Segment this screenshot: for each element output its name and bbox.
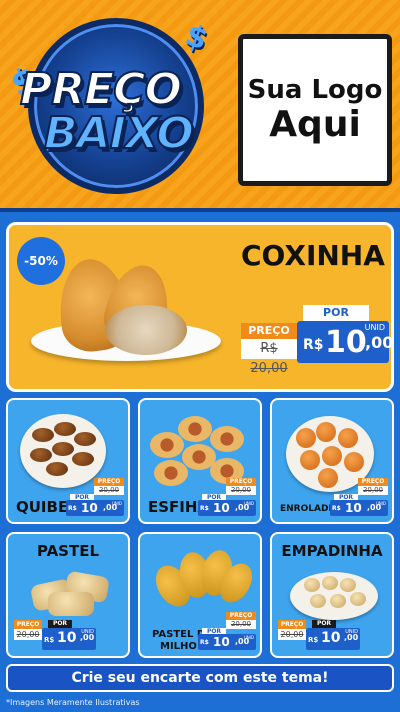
new-price: R$ 10 ,00 UNID	[330, 500, 388, 516]
badge-title-line2: BAIXO	[43, 107, 195, 160]
disclaimer-text: *Imagens Meramente Ilustrativas	[6, 698, 140, 707]
old-price: 20,00	[14, 629, 42, 640]
unit-label: UNID	[81, 629, 94, 635]
discount-badge: -50%	[17, 237, 65, 285]
product-card-empadinha[interactable]: EMPADINHA PREÇO 20,00 POR R$ 10 ,00 UNID	[270, 532, 394, 658]
por-label: POR	[303, 305, 369, 321]
unit-label: UNID	[111, 501, 122, 506]
product-name: EMPADINHA	[281, 542, 383, 560]
price-whole: 10	[213, 501, 230, 515]
currency: R$	[44, 636, 55, 644]
price-whole: 10	[321, 630, 341, 646]
preco-label: PREÇO	[278, 620, 306, 629]
new-price: R$ 10 ,00 UNID	[198, 634, 256, 650]
price-whole: 10	[81, 501, 98, 515]
logo-text-line2: Aqui	[269, 104, 361, 146]
quibe-image	[16, 408, 108, 488]
unit-label: UNID	[243, 501, 254, 506]
old-price: 20,00	[278, 629, 306, 640]
old-price: 20,00	[94, 486, 124, 495]
product-name: PASTEL	[36, 542, 100, 560]
empadinha-image	[288, 568, 380, 622]
esfiha-image	[148, 408, 244, 488]
old-price: 20,00	[226, 620, 256, 629]
unit-label: UNID	[375, 501, 386, 506]
currency: R$	[200, 639, 209, 646]
product-card-esfiha[interactable]: ESFIHA PREÇO 20,00 POR R$ 10 ,00 UNID	[138, 398, 262, 524]
pastel-image	[29, 568, 114, 620]
logo-placeholder[interactable]: Sua Logo Aqui	[238, 34, 392, 186]
preco-label: PREÇO	[226, 612, 256, 620]
product-card-pastel[interactable]: PASTEL PREÇO 20,00 POR R$ 10 ,00 UNID	[6, 532, 130, 658]
old-price: R$ 20,00	[241, 339, 297, 376]
unit-label: UNID	[243, 635, 254, 640]
price-tag: PREÇO 20,00 POR R$ 10 ,00 UNID	[278, 620, 360, 650]
featured-product-card[interactable]: -50% COXINHA POR PREÇO R$ 20,00 R$ 10 ,0…	[6, 222, 394, 392]
por-label: POR	[48, 620, 72, 628]
price-tag: PREÇO 20,00 POR R$ 10 ,00 UNID	[66, 478, 124, 516]
create-flyer-button[interactable]: Crie seu encarte com este tema!	[6, 664, 394, 692]
pastel-de-milho-image	[148, 540, 259, 616]
unit-label: UNID	[345, 629, 358, 635]
new-price: R$ 10 ,00 UNID	[297, 321, 391, 363]
preco-label: PREÇO	[241, 323, 297, 339]
price-cents: ,00	[365, 333, 394, 352]
enroladinho-image	[280, 408, 374, 492]
preco-label: PREÇO	[14, 620, 42, 629]
price-tag: PREÇO 20,00 POR R$ 10 ,00 UNID	[198, 612, 256, 650]
new-price: R$ 10 ,00 UNID	[66, 500, 124, 516]
price-whole: 10	[57, 630, 77, 646]
price-tag: PREÇO 20,00 POR R$ 10 ,00 UNID	[14, 620, 96, 650]
currency: R$	[308, 636, 319, 644]
preco-label: PREÇO	[226, 478, 256, 486]
preco-label: PREÇO	[358, 478, 388, 486]
dollar-sign-icon: $	[180, 17, 213, 58]
price-tag: PREÇO 20,00 POR R$ 10 ,00 UNID	[198, 478, 256, 516]
old-price: 20,00	[358, 486, 388, 495]
coxinha-cut-image	[105, 305, 187, 355]
price-whole: 10	[345, 501, 362, 515]
product-card-quibe[interactable]: QUIBE PREÇO 20,00 POR R$ 10 ,00 UNID	[6, 398, 130, 524]
header-banner: $ $ PREÇO BAIXO Sua Logo Aqui	[0, 0, 400, 212]
product-card-enroladinho[interactable]: ENROLADINHO PREÇO 20,00 POR R$ 10 ,00 UN…	[270, 398, 394, 524]
currency: R$	[200, 505, 209, 512]
unit-label: UNID	[364, 323, 385, 332]
por-label: POR	[312, 620, 336, 628]
price-whole: 10	[325, 325, 367, 360]
featured-price-tag: POR PREÇO R$ 20,00 R$ 10 ,00 UNID	[241, 305, 391, 376]
price-tag: PREÇO 20,00 POR R$ 10 ,00 UNID	[330, 478, 388, 516]
old-price: 20,00	[226, 486, 256, 495]
price-whole: 10	[213, 635, 230, 649]
currency: R$	[332, 505, 341, 512]
currency: R$	[68, 505, 77, 512]
featured-product-title: COXINHA	[241, 239, 385, 272]
currency: R$	[303, 337, 324, 353]
new-price: R$ 10 ,00 UNID	[42, 628, 96, 650]
product-card-pastel-de-milho[interactable]: PASTEL DE MILHO PREÇO 20,00 POR R$ 10 ,0…	[138, 532, 262, 658]
logo-text-line1: Sua Logo	[247, 75, 383, 106]
new-price: R$ 10 ,00 UNID	[306, 628, 360, 650]
preco-label: PREÇO	[94, 478, 124, 486]
product-name: QUIBE	[16, 498, 69, 516]
new-price: R$ 10 ,00 UNID	[198, 500, 256, 516]
